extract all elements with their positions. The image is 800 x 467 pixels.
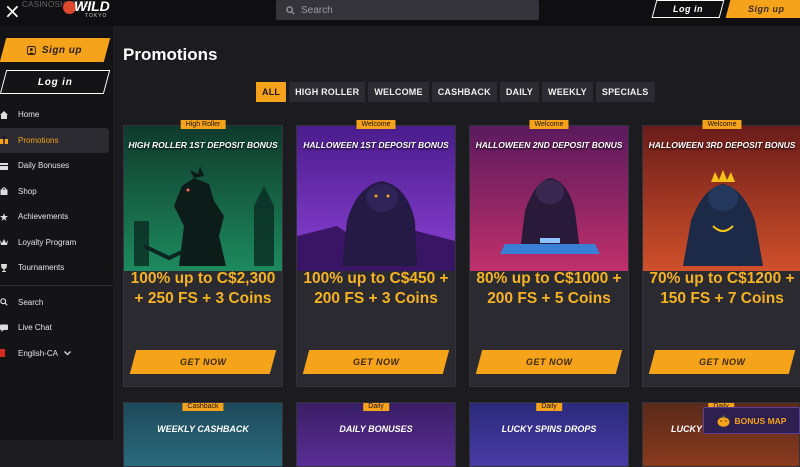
sidebar-login-label: Log in: [37, 76, 73, 88]
trophy-icon: [0, 263, 8, 272]
sidebar-item-live-chat[interactable]: Live Chat: [0, 315, 113, 341]
promo-title: HALLOWEEN 3RD DEPOSIT BONUS: [648, 140, 796, 150]
sidebar-item-label: Home: [18, 110, 40, 120]
sidebar-item-label: Live Chat: [18, 323, 52, 333]
language-label: English-CA: [18, 348, 59, 358]
sidebar-item-tournaments[interactable]: Tournaments: [0, 255, 113, 281]
crown-icon: [0, 238, 8, 246]
category-badge: Welcome: [702, 120, 742, 129]
promo-card-weekly-cashback[interactable]: Cashback WEEKLY CASHBACK: [123, 402, 283, 467]
top-bar: × CASINOSHUNTER WILD TOKYO Search Log in…: [0, 0, 800, 26]
promo-offer: 100% up to C$450 + 200 FS + 3 Coins: [303, 270, 449, 307]
category-badge: High Roller: [180, 120, 226, 129]
get-now-button[interactable]: GET NOW: [648, 350, 796, 374]
chat-icon: [0, 324, 8, 332]
header-login-label: Log in: [673, 4, 703, 14]
get-now-label: GET NOW: [698, 357, 746, 367]
gift-icon: [0, 136, 8, 145]
category-badge: Daily: [536, 403, 562, 411]
sidebar-item-label: Promotions: [18, 135, 59, 145]
close-icon[interactable]: ×: [4, 1, 21, 21]
filter-weekly[interactable]: WEEKLY: [542, 82, 593, 102]
promo-title: HIGH ROLLER 1ST DEPOSIT BONUS: [128, 140, 278, 150]
category-badge: Daily: [363, 403, 389, 411]
category-badge: Welcome: [529, 120, 569, 129]
sidebar-item-label: Achievements: [18, 212, 69, 222]
bonus-map-label: BONUS MAP: [734, 415, 787, 426]
home-icon: [0, 110, 8, 119]
header-signup-button[interactable]: Sign up: [725, 0, 800, 18]
sidebar-item-label: Daily Bonuses: [18, 161, 70, 171]
promo-card-halloween-3rd[interactable]: Welcome HALLOWEEN 3RD DEPOSIT BONUS 70% …: [642, 120, 800, 387]
bonus-map-button[interactable]: BONUS MAP: [703, 407, 800, 434]
get-now-button[interactable]: GET NOW: [129, 350, 277, 374]
search-icon: [0, 298, 8, 306]
filter-welcome[interactable]: WELCOME: [368, 82, 429, 102]
sidebar-item-label: Shop: [18, 186, 37, 196]
promo-title: LUCKY SPINS DROPS: [501, 424, 597, 434]
sidebar-item-daily-bonuses[interactable]: Daily Bonuses: [0, 153, 113, 179]
search-input[interactable]: Search: [276, 0, 539, 20]
category-badge: Cashback: [182, 403, 224, 411]
promo-card-lucky-spins-drops[interactable]: Daily LUCKY SPINS DROPS: [469, 402, 629, 467]
sidebar-item-label: Tournaments: [18, 263, 65, 273]
sidebar-item-search[interactable]: Search: [0, 290, 113, 316]
header-signup-label: Sign up: [747, 4, 785, 14]
divider: [0, 284, 113, 286]
filter-cashback[interactable]: CASHBACK: [431, 82, 497, 102]
filter-high-roller[interactable]: HIGH ROLLER: [289, 82, 366, 102]
promo-title: DAILY BONUSES: [339, 424, 413, 434]
get-now-label: GET NOW: [179, 357, 227, 367]
filter-daily[interactable]: DAILY: [499, 82, 540, 102]
search-icon: [286, 5, 295, 15]
logo-sub: TOKYO: [85, 13, 108, 19]
sidebar-item-loyalty-program[interactable]: Loyalty Program: [0, 230, 113, 256]
filter-tabs: ALL HIGH ROLLER WELCOME CASHBACK DAILY W…: [256, 82, 655, 102]
search-placeholder: Search: [301, 4, 333, 16]
pumpkin-icon: [717, 415, 730, 427]
get-now-button[interactable]: GET NOW: [475, 350, 623, 374]
category-badge: Welcome: [356, 120, 396, 129]
sidebar-item-label: Search: [18, 297, 44, 307]
promo-card-daily-bonuses[interactable]: Daily DAILY BONUSES: [296, 402, 456, 467]
promo-offer: 100% up to C$2,300 + 250 FS + 3 Coins: [130, 270, 276, 307]
logo-main: WILD: [74, 0, 110, 14]
get-now-button[interactable]: GET NOW: [302, 350, 450, 374]
language-selector[interactable]: English-CA: [0, 341, 113, 367]
bag-icon: [0, 187, 8, 196]
main-content: Promotions ALL HIGH ROLLER WELCOME CASHB…: [113, 26, 800, 440]
page-title: Promotions: [123, 45, 218, 64]
user-plus-icon: [27, 45, 37, 55]
sidebar-nav: Home Promotions Daily Bonuses Shop Achie…: [0, 102, 113, 366]
promo-card-high-roller[interactable]: High Roller HIGH ROLLER 1ST DEPOSIT BONU…: [123, 120, 283, 387]
promo-offer: 80% up to C$1000 + 200 FS + 5 Coins: [476, 270, 622, 307]
promo-card-halloween-1st[interactable]: Welcome HALLOWEEN 1ST DEPOSIT BONUS 100%…: [296, 120, 456, 387]
sidebar-signup-button[interactable]: Sign up: [0, 38, 111, 62]
promo-card-halloween-2nd[interactable]: Welcome HALLOWEEN 2ND DEPOSIT BONUS 80% …: [469, 120, 629, 387]
sidebar-item-promotions[interactable]: Promotions: [0, 127, 109, 153]
sidebar-login-button[interactable]: Log in: [0, 70, 111, 94]
sidebar: Sign up Log in Home Promotions Daily Bon…: [0, 26, 113, 440]
logo[interactable]: CASINOSHUNTER WILD TOKYO: [22, 0, 112, 22]
get-now-label: GET NOW: [525, 357, 573, 367]
promo-title: WEEKLY CASHBACK: [157, 424, 249, 434]
sidebar-signup-label: Sign up: [42, 44, 83, 56]
calendar-icon: [0, 162, 8, 170]
sidebar-item-home[interactable]: Home: [0, 102, 113, 128]
get-now-label: GET NOW: [352, 357, 400, 367]
header-login-button[interactable]: Log in: [651, 0, 725, 18]
promo-title: HALLOWEEN 1ST DEPOSIT BONUS: [303, 140, 449, 150]
filter-specials[interactable]: SPECIALS: [595, 82, 655, 102]
promo-offer: 70% up to C$1200 + 150 FS + 7 Coins: [649, 270, 795, 307]
star-icon: [0, 212, 8, 221]
promo-title: HALLOWEEN 2ND DEPOSIT BONUS: [475, 140, 623, 150]
sidebar-item-label: Loyalty Program: [18, 237, 77, 247]
filter-all[interactable]: ALL: [256, 82, 287, 102]
sidebar-item-achievements[interactable]: Achievements: [0, 204, 113, 230]
chevron-down-icon: [64, 350, 71, 356]
sidebar-item-shop[interactable]: Shop: [0, 179, 113, 205]
canada-flag-icon: [0, 349, 5, 358]
